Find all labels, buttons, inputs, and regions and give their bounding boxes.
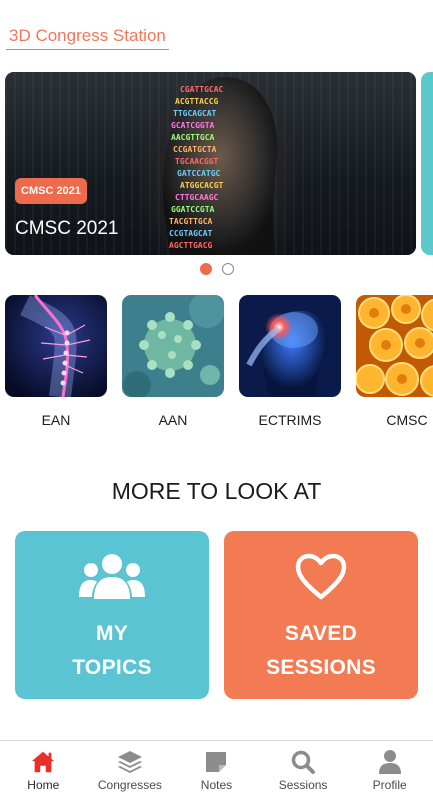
svg-text:AACGTTGCA: AACGTTGCA: [171, 133, 215, 142]
home-icon: [30, 749, 56, 775]
carousel-indicator: [200, 263, 234, 275]
svg-text:CCGTAGCAT: CCGTAGCAT: [169, 229, 213, 238]
svg-text:CGATTGCAC: CGATTGCAC: [180, 85, 224, 94]
my-topics-button[interactable]: MY TOPICS: [15, 531, 209, 699]
svg-text:GATCCATGC: GATCCATGC: [177, 169, 221, 178]
svg-text:TTGCAGCAT: TTGCAGCAT: [173, 109, 217, 118]
nav-label: Congresses: [97, 778, 162, 792]
nav-label: Home: [27, 778, 60, 792]
person-icon: [377, 749, 403, 775]
nav-home[interactable]: Home: [0, 741, 87, 800]
nav-notes[interactable]: Notes: [173, 741, 260, 800]
congress-item-aan[interactable]: AAN: [122, 295, 224, 428]
event-badge: CMSC 2021: [15, 178, 87, 204]
svg-text:TGCAACGGT: TGCAACGGT: [175, 157, 219, 166]
brain-pain-image: [239, 295, 341, 397]
svg-text:CCGATGCTA: CCGATGCTA: [173, 145, 217, 154]
bottom-navigation: Home Congresses Notes Sessions Profile: [0, 740, 433, 800]
layers-icon: [117, 749, 143, 775]
nav-label: Sessions: [278, 778, 328, 792]
search-icon: [290, 749, 316, 775]
virus-image: [122, 295, 224, 397]
congress-item-ean[interactable]: EAN: [5, 295, 107, 428]
svg-text:ACGTTACCG: ACGTTACCG: [175, 97, 219, 106]
spine-image: [5, 295, 107, 397]
carousel-dot-2[interactable]: [222, 263, 234, 275]
congress-item-ectrims[interactable]: ECTRIMS: [239, 295, 341, 428]
svg-text:GCATCGGTA: GCATCGGTA: [171, 121, 215, 130]
nav-label: Notes: [200, 778, 233, 792]
carousel-dot-1[interactable]: [200, 263, 212, 275]
tile-label: SAVED SESSIONS: [266, 622, 376, 679]
slide-title: CMSC 2021: [15, 218, 119, 239]
svg-text:TACGTTGCA: TACGTTGCA: [169, 217, 213, 226]
note-icon: [203, 749, 229, 775]
congress-label: ECTRIMS: [258, 412, 322, 428]
svg-text:AGCTTGACG: AGCTTGACG: [169, 241, 213, 250]
carousel-slide[interactable]: CGATTGCAC ACGTTACCG TTGCAGCAT GCATCGGTA …: [5, 72, 416, 255]
next-slide-peek[interactable]: [421, 72, 433, 255]
congress-item-cmsc[interactable]: CMSC: [356, 295, 433, 428]
congress-list[interactable]: EAN AAN ECTRIMS CMSC: [5, 295, 433, 430]
group-icon: [15, 553, 209, 605]
nav-profile[interactable]: Profile: [346, 741, 433, 800]
featured-carousel[interactable]: CGATTGCAC ACGTTACCG TTGCAGCAT GCATCGGTA …: [5, 72, 416, 255]
congress-label: AAN: [158, 412, 188, 428]
saved-sessions-button[interactable]: SAVED SESSIONS: [224, 531, 418, 699]
svg-text:ATGGCACGT: ATGGCACGT: [180, 181, 224, 190]
dna-head-graphic: CGATTGCAC ACGTTACCG TTGCAGCAT GCATCGGTA …: [162, 77, 278, 255]
cells-image: [356, 295, 433, 397]
app-title: 3D Congress Station: [6, 24, 169, 50]
congress-label: CMSC: [386, 412, 428, 428]
nav-sessions[interactable]: Sessions: [260, 741, 347, 800]
section-heading: MORE TO LOOK AT: [111, 478, 322, 504]
nav-label: Profile: [372, 778, 407, 792]
svg-text:CTTGCAAGC: CTTGCAAGC: [175, 193, 219, 202]
svg-text:GGATCCGTA: GGATCCGTA: [171, 205, 215, 214]
heart-icon: [224, 553, 418, 605]
tile-label: MY TOPICS: [72, 622, 152, 679]
nav-congresses[interactable]: Congresses: [87, 741, 174, 800]
congress-label: EAN: [41, 412, 71, 428]
